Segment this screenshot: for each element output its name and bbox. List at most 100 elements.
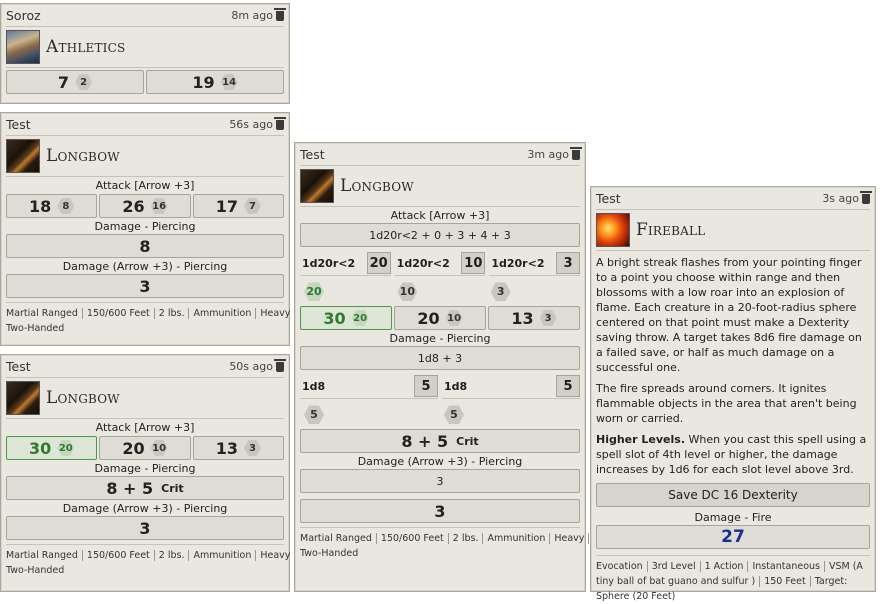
card-title-row: Longbow bbox=[6, 136, 284, 177]
item-properties: Martial Ranged 150/600 Feet 2 lbs. Ammuniti… bbox=[300, 527, 590, 561]
damage-label: Damage (Arrow +3) - Piercing bbox=[62, 502, 228, 515]
fireball-icon bbox=[596, 213, 630, 247]
attack-roll-crit[interactable]: 30 20 bbox=[6, 436, 98, 460]
card-time: 3m ago bbox=[527, 146, 582, 161]
damage-roll[interactable]: 8 + 5 Crit bbox=[6, 476, 284, 500]
attack-label: Attack [Arrow +3] bbox=[95, 421, 195, 434]
attack-roll[interactable]: 13 3 bbox=[192, 436, 284, 460]
die-hex-icon: 10 bbox=[397, 282, 418, 301]
card-title: Longbow bbox=[46, 146, 120, 166]
card-user: Test bbox=[596, 190, 621, 206]
item-properties: Martial Ranged 150/600 Feet 2 lbs. Ammuniti… bbox=[6, 544, 296, 578]
attack-label: Attack [Arrow +3] bbox=[95, 179, 195, 192]
damage-label: Damage - Piercing bbox=[94, 462, 196, 475]
die-hex-icon: 3 bbox=[243, 440, 261, 456]
card-header: Test 3m ago bbox=[300, 143, 582, 166]
card-time: 8m ago bbox=[231, 7, 286, 22]
card-user: Test bbox=[300, 146, 325, 162]
die-hex-icon: 7 bbox=[243, 198, 261, 214]
trash-icon[interactable] bbox=[570, 146, 582, 160]
damage-label: Damage (Arrow +3) - Piercing bbox=[357, 455, 523, 468]
card-title: Athletics bbox=[46, 37, 126, 57]
damage-roll[interactable]: 3 bbox=[6, 274, 284, 298]
damage-label: Damage - Piercing bbox=[94, 220, 196, 233]
die-hex-icon: 16 bbox=[150, 198, 168, 214]
die-hex-icon: 14 bbox=[220, 74, 238, 90]
attack-roll[interactable]: 17 7 bbox=[192, 194, 284, 218]
damage-formula[interactable]: 1d8 + 3 bbox=[300, 346, 580, 370]
damage-formula[interactable]: 3 bbox=[300, 469, 580, 493]
damage-label: Damage (Arrow +3) - Piercing bbox=[62, 260, 228, 273]
card-header: Soroz 8m ago bbox=[6, 4, 286, 27]
card-title: Longbow bbox=[46, 388, 120, 408]
spell-properties: Evocation 3rd Level 1 Action Instantaneous V… bbox=[596, 555, 870, 604]
die-hex-icon: 10 bbox=[150, 440, 168, 456]
card-title-row: Longbow bbox=[300, 166, 580, 207]
trash-icon[interactable] bbox=[274, 116, 286, 130]
longbow-icon bbox=[6, 381, 40, 415]
roll-result[interactable]: 72 bbox=[6, 70, 144, 94]
save-dc-button[interactable]: Save DC 16 Dexterity bbox=[596, 483, 870, 507]
die-hex-icon: 5 bbox=[444, 405, 464, 424]
card-time: 3s ago bbox=[822, 190, 872, 205]
longbow-card-expanded: Test 3m ago Longbow Attack [Arrow +3] 1d… bbox=[294, 142, 590, 592]
card-header: Test 50s ago bbox=[6, 355, 286, 378]
die-hex-icon: 20 bbox=[351, 310, 369, 326]
trash-icon[interactable] bbox=[860, 190, 872, 204]
die-hex-icon: 3 bbox=[490, 282, 511, 301]
attack-roll[interactable]: 13 3 bbox=[488, 306, 580, 330]
attack-label: Attack [Arrow +3] bbox=[390, 209, 490, 222]
athletics-card: Soroz 8m ago Athletics 72 19 14 bbox=[0, 3, 290, 104]
card-user: Test bbox=[6, 358, 31, 374]
card-time: 56s ago bbox=[229, 116, 286, 131]
card-user: Soroz bbox=[6, 7, 41, 23]
damage-roll[interactable]: 27 bbox=[596, 525, 870, 549]
longbow-icon bbox=[300, 169, 334, 203]
damage-roll[interactable]: 3 bbox=[6, 516, 284, 540]
die-breakdown: 1d20r<2 10 bbox=[394, 251, 486, 276]
avatar-icon bbox=[6, 30, 40, 64]
card-title-row: Athletics bbox=[6, 27, 284, 68]
die-hex-icon: 5 bbox=[304, 405, 324, 424]
card-time: 50s ago bbox=[229, 358, 286, 373]
die-hex-icon: 3 bbox=[539, 310, 557, 326]
trash-icon[interactable] bbox=[274, 358, 286, 372]
card-title-row: Longbow bbox=[6, 378, 284, 419]
longbow-card: Test 50s ago Longbow Attack [Arrow +3] 3… bbox=[0, 354, 296, 592]
die-hex-icon: 10 bbox=[445, 310, 463, 326]
damage-roll[interactable]: 8 + 5 Crit bbox=[300, 429, 580, 453]
die-breakdown: 1d8 5 bbox=[300, 374, 438, 399]
attack-roll-crit[interactable]: 30 20 bbox=[300, 306, 392, 330]
damage-label: Damage - Fire bbox=[694, 511, 772, 524]
attack-formula[interactable]: 1d20r<2 + 0 + 3 + 4 + 3 bbox=[300, 223, 580, 247]
trash-icon[interactable] bbox=[274, 7, 286, 21]
roll-result[interactable]: 19 14 bbox=[146, 70, 284, 94]
damage-roll[interactable]: 8 bbox=[6, 234, 284, 258]
die-hex-icon: 2 bbox=[75, 74, 93, 90]
attack-roll[interactable]: 20 10 bbox=[394, 306, 486, 330]
die-breakdown: 1d8 5 bbox=[442, 374, 580, 399]
card-header: Test 56s ago bbox=[6, 113, 286, 136]
crit-label: Crit bbox=[161, 481, 184, 495]
die-hex-icon: 20 bbox=[304, 282, 324, 301]
die-breakdown: 1d20r<2 3 bbox=[489, 251, 581, 276]
card-title: Longbow bbox=[340, 176, 414, 196]
longbow-card: Test 56s ago Longbow Attack [Arrow +3] 1… bbox=[0, 112, 296, 346]
damage-roll[interactable]: 3 bbox=[300, 499, 580, 523]
die-breakdown: 1d20r<2 20 bbox=[300, 251, 391, 276]
die-hex-icon: 20 bbox=[57, 440, 75, 456]
attack-roll[interactable]: 20 10 bbox=[99, 436, 191, 460]
card-user: Test bbox=[6, 116, 31, 132]
crit-label: Crit bbox=[456, 434, 479, 448]
attack-roll[interactable]: 26 16 bbox=[99, 194, 191, 218]
longbow-icon bbox=[6, 139, 40, 173]
die-hex-icon: 8 bbox=[57, 198, 75, 214]
spell-description: A bright streak flashes from your pointi… bbox=[596, 256, 867, 476]
card-header: Test 3s ago bbox=[596, 187, 872, 210]
card-title-row: Fireball bbox=[596, 210, 870, 251]
damage-label: Damage - Piercing bbox=[389, 332, 491, 345]
fireball-card: Test 3s ago Fireball A bright streak fla… bbox=[590, 186, 876, 602]
item-properties: Martial Ranged 150/600 Feet 2 lbs. Ammuniti… bbox=[6, 302, 296, 336]
card-title: Fireball bbox=[636, 220, 706, 240]
attack-roll[interactable]: 18 8 bbox=[6, 194, 98, 218]
